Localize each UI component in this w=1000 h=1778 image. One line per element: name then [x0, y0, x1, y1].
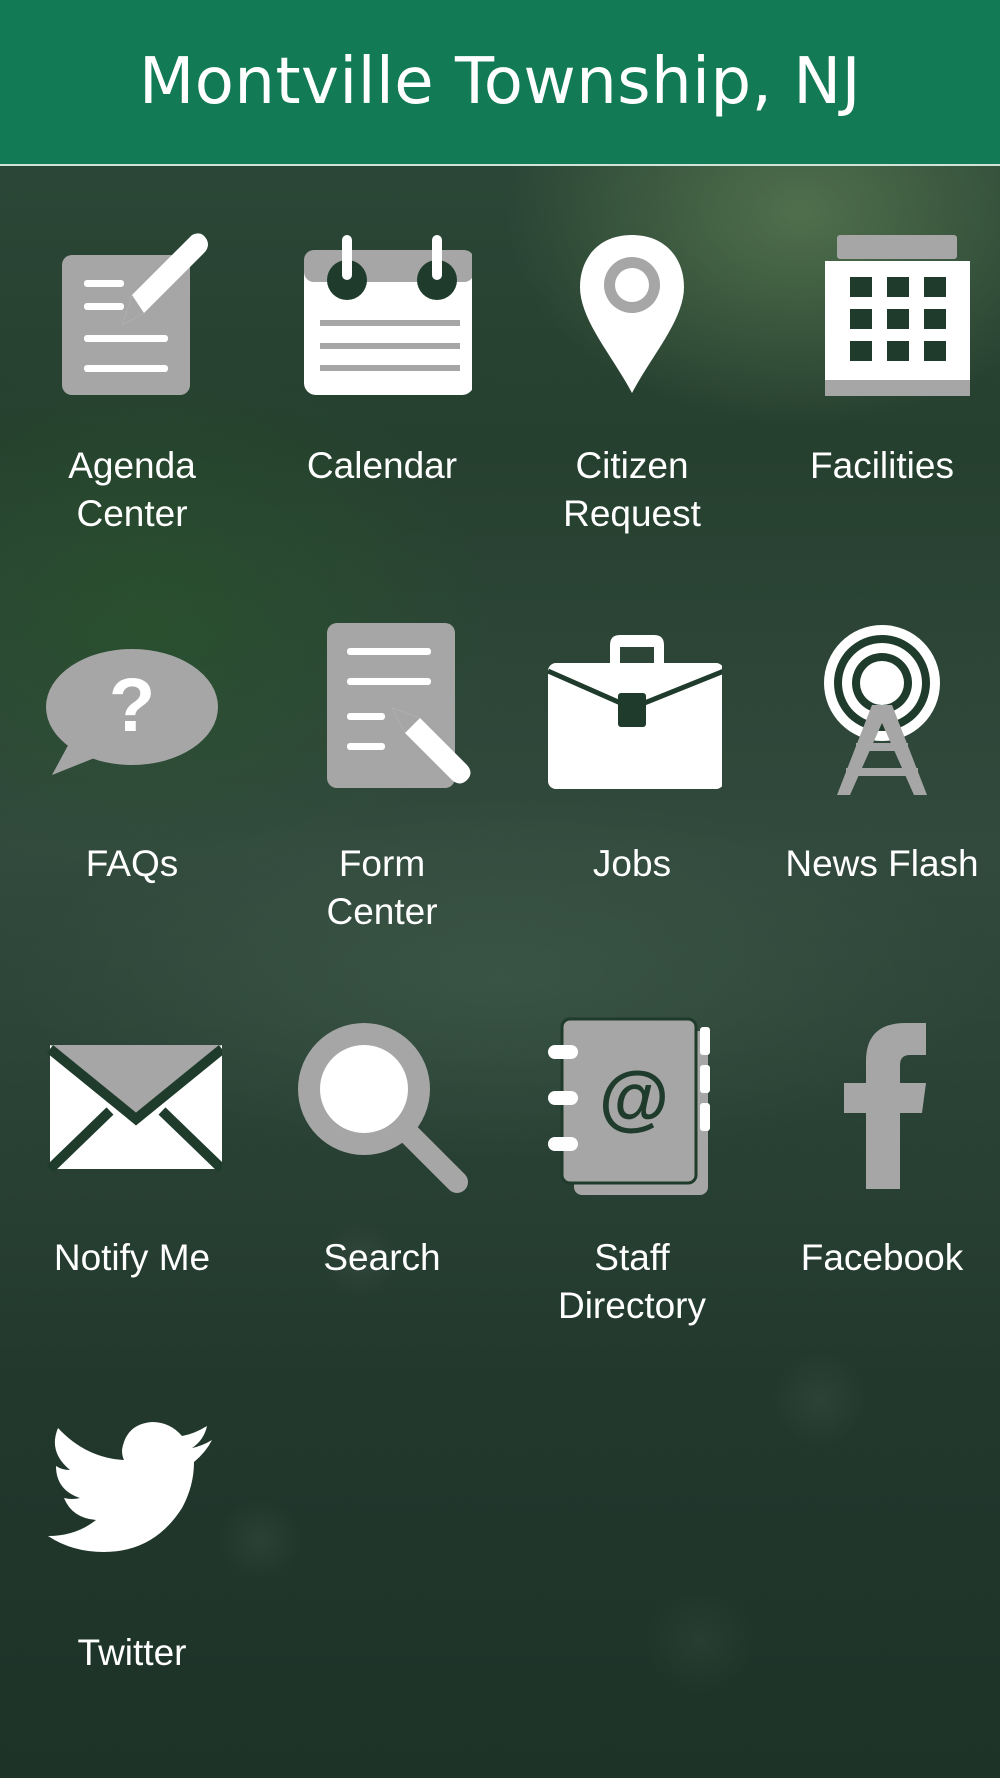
- agenda-center-icon: [7, 225, 257, 420]
- tile-notify-me[interactable]: Notify Me: [7, 1017, 257, 1347]
- form-document-icon: [257, 623, 507, 818]
- tile-staff-directory[interactable]: @ Staff Directory: [507, 1017, 757, 1347]
- app-title: Montville Township, NJ: [139, 45, 861, 119]
- map-pin-icon: [507, 225, 757, 420]
- tile-label: FAQs: [85, 843, 179, 884]
- tile-calendar[interactable]: Calendar: [257, 225, 507, 555]
- magnifier-icon: [257, 1017, 507, 1212]
- tile-jobs[interactable]: Jobs: [507, 623, 757, 953]
- tile-agenda-center[interactable]: Agenda Center: [7, 225, 257, 555]
- tile-label: Notify Me: [53, 1237, 211, 1278]
- twitter-icon: [7, 1412, 257, 1607]
- tile-form-center[interactable]: Form Center: [257, 623, 507, 953]
- tile-news-flash[interactable]: News Flash: [757, 623, 1000, 953]
- calendar-icon: [257, 225, 507, 420]
- svg-text:@: @: [599, 1058, 669, 1138]
- tile-search[interactable]: Search: [257, 1017, 507, 1347]
- tile-twitter[interactable]: Twitter: [7, 1412, 257, 1742]
- tile-label: News Flash: [785, 843, 979, 884]
- tile-label: Staff Directory: [557, 1237, 707, 1326]
- tile-label: Facebook: [800, 1237, 964, 1278]
- tile-label: Search: [323, 1237, 441, 1278]
- tile-citizen-request[interactable]: Citizen Request: [507, 225, 757, 555]
- broadcast-tower-icon: [757, 623, 1000, 818]
- address-book-icon: @: [507, 1017, 757, 1212]
- tile-facilities[interactable]: Facilities: [757, 225, 1000, 555]
- tile-label: Calendar: [306, 445, 458, 486]
- tile-label: Citizen Request: [563, 445, 701, 534]
- tile-label: Agenda Center: [68, 445, 196, 534]
- svg-text:?: ?: [109, 663, 155, 748]
- tile-label: Facilities: [810, 445, 954, 486]
- question-bubble-icon: ?: [7, 623, 257, 818]
- tile-label: Form Center: [326, 843, 438, 932]
- app-header: Montville Township, NJ: [0, 0, 1000, 166]
- tile-facebook[interactable]: Facebook: [757, 1017, 1000, 1347]
- tile-label: Jobs: [592, 843, 672, 884]
- tile-label: Twitter: [77, 1632, 187, 1673]
- envelope-icon: [7, 1017, 257, 1212]
- building-icon: [757, 225, 1000, 420]
- briefcase-icon: [507, 623, 757, 818]
- tile-faqs[interactable]: ? FAQs: [7, 623, 257, 953]
- facebook-icon: [757, 1017, 1000, 1212]
